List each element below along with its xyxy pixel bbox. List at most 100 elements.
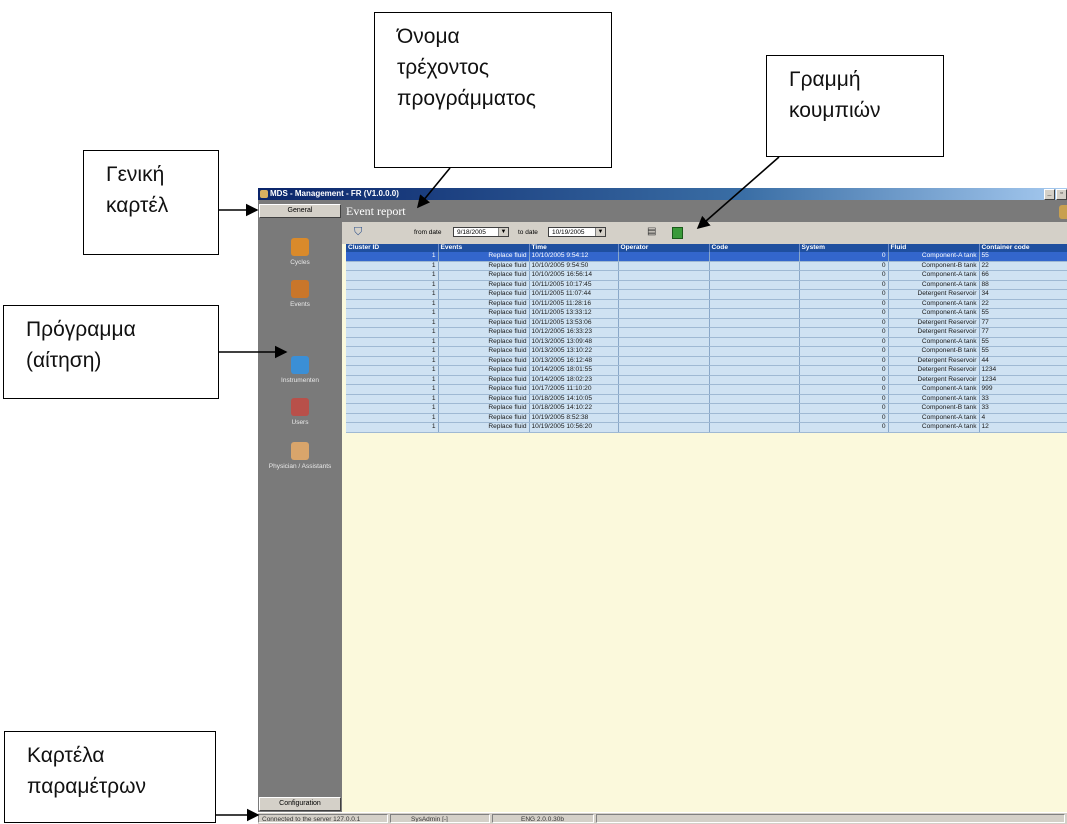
physician-icon [291,442,309,460]
status-bar: Connected to the server 127.0.0.1 SysAdm… [258,812,1067,824]
table-row[interactable]: 1 Replace fluid 10/11/2005 11:28:16 0 Compon… [346,299,1067,309]
maximize-button[interactable]: ▫ [1056,189,1067,200]
table-cell: 10/19/2005 10:56:20 [529,422,619,433]
table-row[interactable]: 1 Replace fluid 10/10/2005 16:56:14 0 Compon… [346,270,1067,281]
configuration-tab[interactable]: Configuration [259,797,341,811]
sidebar-item-instruments[interactable]: Instrumenten [258,356,342,384]
from-date-picker[interactable]: 9/18/2005 ▼ [453,227,509,237]
table-row[interactable]: 1 Replace fluid 10/10/2005 9:54:12 0 Compone… [346,252,1067,262]
table-row[interactable]: 1 Replace fluid 10/19/2005 8:52:38 0 Compone… [346,413,1067,423]
table-row[interactable]: 1 Replace fluid 10/11/2005 11:07:44 0 Deterg… [346,289,1067,300]
table-cell: 33 [979,403,1067,414]
table-cell: 10/11/2005 11:28:16 [529,299,619,309]
table-cell [709,252,800,262]
sidebar-item-users[interactable]: Users [258,398,342,426]
chevron-down-icon[interactable]: ▼ [498,228,508,236]
status-server: Connected to the server 127.0.0.1 [258,814,388,823]
table-row[interactable]: 1 Replace fluid 10/14/2005 18:02:23 0 Deterg… [346,375,1067,385]
to-date-value: 10/19/2005 [552,229,585,236]
table-row[interactable]: 1 Replace fluid 10/19/2005 10:56:20 0 Compon… [346,422,1067,433]
table-cell: 0 [799,252,889,262]
table-cell: 1234 [979,375,1067,385]
table-cell [709,356,800,366]
status-version: ENG 2.0.0.30b [492,814,594,823]
table-cell: 66 [979,270,1067,281]
table-row[interactable]: 1 Replace fluid 10/12/2005 16:33:23 0 Deterg… [346,327,1067,338]
to-date-picker[interactable]: 10/19/2005 ▼ [548,227,606,237]
print-icon[interactable]: ▤ [647,226,656,237]
table-cell: Component-A tank [888,270,980,281]
column-header[interactable]: System [799,244,889,252]
table-cell: 0 [799,289,889,300]
table-cell: 10/13/2005 13:09:48 [529,337,619,347]
status-user: SysAdmin [-] [390,814,490,823]
sidebar-item-physician[interactable]: Physician / Assistants [258,442,342,470]
table-cell [709,337,800,347]
table-row[interactable]: 1 Replace fluid 10/13/2005 13:09:48 0 Compon… [346,337,1067,347]
column-header[interactable]: Code [709,244,800,252]
chevron-down-icon[interactable]: ▼ [595,228,605,236]
column-header[interactable]: Cluster ID [346,244,439,252]
filter-icon[interactable]: ⛉ [354,226,362,239]
table-cell: Component-A tank [888,394,980,404]
table-cell: 12 [979,422,1067,433]
minimize-button[interactable]: _ [1044,189,1055,200]
events-icon [291,280,309,298]
app-icon [260,190,268,198]
to-date-label: to date [518,229,538,236]
table-cell [709,299,800,309]
table-row[interactable]: 1 Replace fluid 10/18/2005 14:10:05 0 Compon… [346,394,1067,404]
table-cell [709,327,800,338]
table-row[interactable]: 1 Replace fluid 10/17/2005 11:10:20 0 Compon… [346,384,1067,395]
table-cell: 22 [979,299,1067,309]
table-row[interactable]: 1 Replace fluid 10/10/2005 9:54:50 0 Compone… [346,261,1067,271]
column-header[interactable]: Fluid [888,244,980,252]
table-cell: 0 [799,356,889,366]
table-cell: 1 [346,337,439,347]
column-header[interactable]: Container code [979,244,1067,252]
sidebar-item-events[interactable]: Events [258,280,342,308]
table-cell: 1 [346,318,439,328]
table-cell: Component-B tank [888,261,980,271]
table-row[interactable]: 1 Replace fluid 10/18/2005 14:10:22 0 Compon… [346,403,1067,414]
table-cell: Replace fluid [438,261,530,271]
column-header[interactable]: Operator [618,244,710,252]
table-cell [618,384,710,395]
table-cell [709,394,800,404]
general-tab[interactable]: General [259,204,341,218]
table-cell: Replace fluid [438,356,530,366]
table-row[interactable]: 1 Replace fluid 10/13/2005 13:10:22 0 Compon… [346,346,1067,357]
window-title: MDS - Management - FR (V1.0.0.0) [270,189,399,198]
table-row[interactable]: 1 Replace fluid 10/11/2005 13:53:06 0 Deterg… [346,318,1067,328]
exit-icon[interactable] [1059,205,1067,219]
callout-params-tab: Καρτέλα παραμέτρων [4,731,216,823]
report-header: Event report [342,200,1067,222]
table-cell: Detergent Reservoir [888,356,980,366]
table-cell: 1 [346,261,439,271]
table-cell: Component-B tank [888,403,980,414]
table-cell [618,375,710,385]
table-cell: Detergent Reservoir [888,318,980,328]
application-window: MDS - Management - FR (V1.0.0.0) _ ▫ Gen… [258,188,1067,824]
table-cell [618,299,710,309]
table-cell: Replace fluid [438,318,530,328]
column-header[interactable]: Events [438,244,530,252]
column-header[interactable]: Time [529,244,619,252]
table-row[interactable]: 1 Replace fluid 10/13/2005 16:12:48 0 Deterg… [346,356,1067,366]
table-cell: 55 [979,337,1067,347]
table-cell: 1 [346,270,439,281]
table-cell: 0 [799,299,889,309]
table-cell [618,356,710,366]
table-cell [618,422,710,433]
table-row[interactable]: 1 Replace fluid 10/11/2005 10:17:45 0 Compon… [346,280,1067,290]
table-row[interactable]: 1 Replace fluid 10/14/2005 18:01:55 0 Deterg… [346,365,1067,376]
export-excel-icon[interactable] [672,227,683,239]
table-cell: Component-A tank [888,384,980,395]
table-cell: Replace fluid [438,299,530,309]
sidebar-item-cycles[interactable]: Cycles [258,238,342,266]
table-cell: 0 [799,403,889,414]
table-cell: Replace fluid [438,413,530,423]
table-cell: Replace fluid [438,252,530,262]
users-icon [291,398,309,416]
table-row[interactable]: 1 Replace fluid 10/11/2005 13:33:12 0 Compon… [346,308,1067,319]
